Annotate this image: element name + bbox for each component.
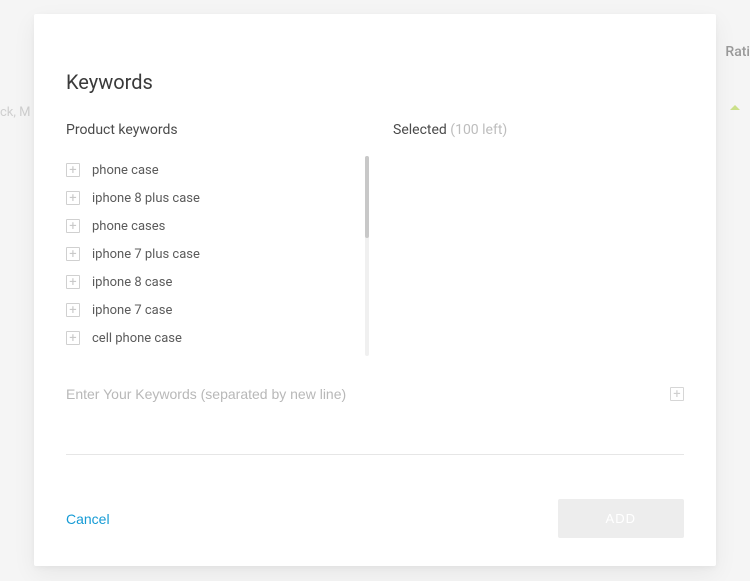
keywords-modal: Keywords Product keywords Selected (100 … <box>34 14 716 566</box>
plus-icon[interactable]: + <box>66 247 80 261</box>
keyword-label: iphone 8 plus case <box>92 191 200 206</box>
plus-icon[interactable]: + <box>66 275 80 289</box>
cancel-button[interactable]: Cancel <box>66 511 110 527</box>
sort-arrow-up-icon <box>730 105 740 110</box>
background-column-label: Rati <box>725 44 750 60</box>
keyword-item[interactable]: + iphone 8 case <box>66 268 375 296</box>
columns-header: Product keywords Selected (100 left) <box>66 122 684 138</box>
add-button[interactable]: ADD <box>558 499 684 538</box>
keyword-item[interactable]: + iphone 8 plus case <box>66 184 375 212</box>
selected-header-label: Selected <box>393 122 447 138</box>
keyword-item[interactable]: + cell phone case <box>66 324 375 352</box>
keyword-label: iphone 7 plus case <box>92 247 200 262</box>
modal-actions: Cancel ADD <box>66 461 684 538</box>
plus-icon[interactable]: + <box>66 219 80 233</box>
keyword-label: iphone 8 case <box>92 275 172 290</box>
keyword-input-row: + <box>66 386 684 455</box>
modal-title: Keywords <box>66 70 684 94</box>
keyword-label: iphone 7 case <box>92 303 172 318</box>
keyword-item[interactable]: + phone case <box>66 156 375 184</box>
background-text-left: ck, M <box>0 105 31 120</box>
keyword-item[interactable]: + phone cases <box>66 212 375 240</box>
product-keywords-list: + phone case + iphone 8 plus case + phon… <box>66 156 375 366</box>
add-keyword-plus-icon[interactable]: + <box>670 387 684 401</box>
keyword-label: cell phone case <box>92 331 182 346</box>
keyword-item[interactable]: + iphone 7 case <box>66 296 375 324</box>
keyword-lists: + phone case + iphone 8 plus case + phon… <box>66 156 684 366</box>
selected-remaining-count: (100 left) <box>450 122 507 138</box>
plus-icon[interactable]: + <box>66 331 80 345</box>
keyword-input[interactable] <box>66 386 670 402</box>
selected-header: Selected (100 left) <box>375 122 684 138</box>
keyword-item[interactable]: + iphone 7 plus case <box>66 240 375 268</box>
plus-icon[interactable]: + <box>66 191 80 205</box>
plus-icon[interactable]: + <box>66 303 80 317</box>
keyword-label: phone case <box>92 163 159 178</box>
plus-icon[interactable]: + <box>66 163 80 177</box>
scrollbar-thumb[interactable] <box>365 156 369 238</box>
keyword-label: phone cases <box>92 219 165 234</box>
selected-keywords-list <box>375 156 684 366</box>
product-keywords-header: Product keywords <box>66 122 375 138</box>
